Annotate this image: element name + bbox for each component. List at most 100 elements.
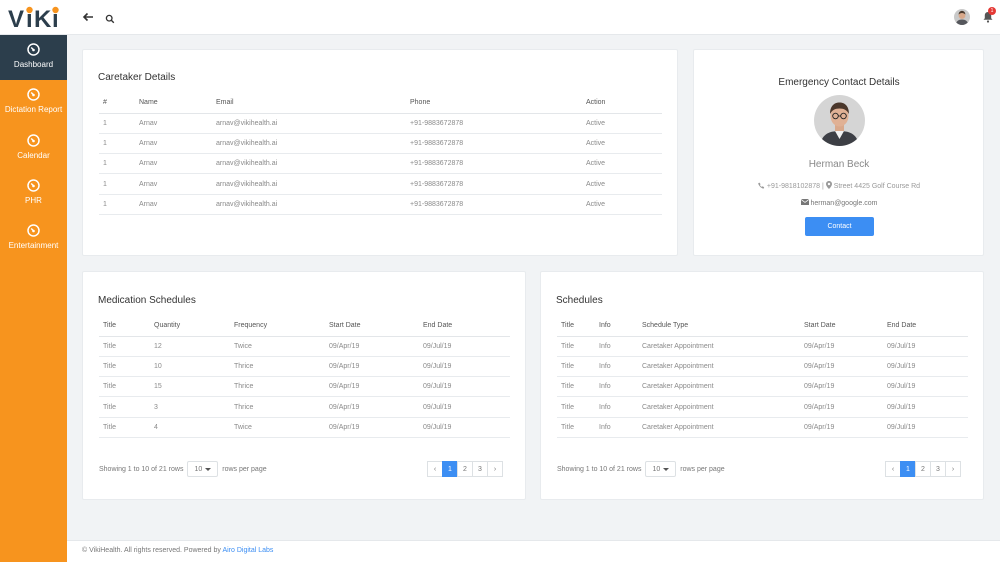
table-row[interactable]: Title 12 Twice 09/Apr/19 09/Jul/19 — [99, 336, 510, 357]
table-row[interactable]: Title Info Caretaker Appointment 09/Apr/19 0… — [557, 356, 968, 378]
table-cell: arnav@vikihealth.ai — [212, 194, 406, 215]
caretaker-table: # Name Email Phone Action 1 Arnav arnav@vi… — [99, 93, 662, 215]
notification-bell-icon[interactable]: 1 — [983, 7, 996, 24]
table-cell: Caretaker Appointment — [638, 356, 800, 378]
footer-link[interactable]: Airo Digital Labs — [222, 547, 273, 554]
table-cell: Active — [582, 153, 662, 175]
table-cell: 09/Jul/19 — [419, 336, 510, 357]
page-prev-button[interactable]: ‹ — [885, 461, 901, 477]
sidebar-item-label: Dashboard — [13, 60, 54, 69]
table-cell: Active — [582, 194, 662, 215]
table-cell: +91-9883672878 — [406, 173, 582, 195]
column-header[interactable]: Title — [99, 316, 150, 337]
column-header[interactable]: Phone — [406, 93, 582, 114]
page-prev-button[interactable]: ‹ — [427, 461, 443, 477]
table-cell: arnav@vikihealth.ai — [212, 133, 406, 155]
phone-icon — [758, 182, 765, 191]
page-next-button[interactable]: › — [487, 461, 503, 477]
column-header[interactable]: # — [99, 93, 135, 114]
table-cell: 09/Apr/19 — [800, 356, 883, 378]
table-cell: +91-9883672878 — [406, 194, 582, 215]
page-next-button[interactable]: › — [945, 461, 961, 477]
column-header[interactable]: Start Date — [800, 316, 883, 337]
contact-button[interactable]: Contact — [805, 217, 874, 236]
table-cell: Arnav — [135, 133, 212, 155]
table-cell: 1 — [99, 194, 135, 215]
table-row[interactable]: 1 Arnav arnav@vikihealth.ai +91-9883672878 A… — [99, 113, 662, 134]
table-row[interactable]: Title Info Caretaker Appointment 09/Apr/19 0… — [557, 396, 968, 418]
column-header[interactable]: Info — [595, 316, 638, 337]
table-cell: Active — [582, 113, 662, 134]
table-cell: Arnav — [135, 194, 212, 215]
table-header-row: # Name Email Phone Action — [99, 93, 662, 114]
column-header[interactable]: Title — [557, 316, 595, 337]
viki-logo-graphic: V i K i — [8, 6, 59, 32]
table-cell: 1 — [99, 153, 135, 175]
footer-text: © VikiHealth. All rights reserved. Power… — [82, 547, 223, 554]
table-cell: Thrice — [230, 356, 325, 378]
page-1-button[interactable]: 1 — [900, 461, 916, 477]
user-avatar[interactable] — [954, 9, 970, 25]
envelope-icon — [800, 199, 809, 207]
sidebar-item-dashboard[interactable]: Dashboard — [0, 35, 67, 80]
table-row[interactable]: 1 Arnav arnav@vikihealth.ai +91-9883672878 A… — [99, 133, 662, 155]
table-cell: Active — [582, 133, 662, 155]
sidebar-item-phr[interactable]: PHR — [0, 179, 67, 219]
column-header[interactable]: End Date — [883, 316, 968, 337]
contact-phone[interactable]: +91-9818102878 — [767, 183, 820, 190]
search-icon[interactable] — [105, 11, 115, 24]
page-2-button[interactable]: 2 — [457, 461, 473, 477]
table-cell: Thrice — [230, 376, 325, 398]
page-3-button[interactable]: 3 — [472, 461, 488, 477]
table-cell: Title — [557, 356, 595, 378]
page-3-button[interactable]: 3 — [930, 461, 946, 477]
table-cell: Title — [99, 376, 150, 398]
table-cell: arnav@vikihealth.ai — [212, 173, 406, 195]
viki-logo[interactable]: V i K i — [6, 2, 64, 32]
table-cell: Active — [582, 173, 662, 195]
table-cell: 09/Jul/19 — [419, 376, 510, 398]
table-row[interactable]: Title Info Caretaker Appointment 09/Apr/19 0… — [557, 336, 968, 357]
column-header[interactable]: Start Date — [325, 316, 419, 337]
page-2-button[interactable]: 2 — [915, 461, 931, 477]
column-header[interactable]: Quantity — [150, 316, 230, 337]
table-row[interactable]: Title 10 Thrice 09/Apr/19 09/Jul/19 — [99, 356, 510, 378]
page-1-button[interactable]: 1 — [442, 461, 458, 477]
column-header[interactable]: Action — [582, 93, 662, 114]
card-title: Schedules — [556, 295, 603, 306]
table-cell: Caretaker Appointment — [638, 376, 800, 398]
table-row[interactable]: Title Info Caretaker Appointment 09/Apr/19 0… — [557, 376, 968, 398]
sidebar-item-dictation-report[interactable]: Dictation Report — [0, 88, 67, 128]
table-row[interactable]: 1 Arnav arnav@vikihealth.ai +91-9883672878 A… — [99, 153, 662, 175]
svg-text:K: K — [34, 6, 52, 32]
column-header[interactable]: Schedule Type — [638, 316, 800, 337]
dashboard-icon — [27, 179, 40, 192]
sidebar-item-entertainment[interactable]: Entertainment — [0, 224, 67, 264]
map-marker-icon — [825, 181, 832, 191]
table-cell: Title — [99, 417, 150, 438]
table-row[interactable]: Title 15 Thrice 09/Apr/19 09/Jul/19 — [99, 376, 510, 398]
table-cell: Twice — [230, 336, 325, 357]
contact-email[interactable]: herman@google.com — [810, 200, 877, 207]
sidebar-item-label: Calendar — [17, 151, 50, 160]
column-header[interactable]: Frequency — [230, 316, 325, 337]
table-cell: 09/Apr/19 — [800, 376, 883, 398]
rows-per-page-select[interactable]: 10 — [645, 461, 677, 477]
table-cell: 09/Jul/19 — [883, 376, 968, 398]
column-header[interactable]: End Date — [419, 316, 510, 337]
table-cell: Thrice — [230, 396, 325, 418]
contact-email-line: herman@google.com — [694, 199, 984, 207]
sidebar-item-label: Dictation Report — [4, 105, 63, 114]
column-header[interactable]: Email — [212, 93, 406, 114]
table-row[interactable]: Title 4 Twice 09/Apr/19 09/Jul/19 — [99, 417, 510, 438]
column-header[interactable]: Name — [135, 93, 212, 114]
table-header-row: Title Info Schedule Type Start Date End … — [557, 316, 968, 337]
table-row[interactable]: Title 3 Thrice 09/Apr/19 09/Jul/19 — [99, 396, 510, 418]
sidebar-item-calendar[interactable]: Calendar — [0, 134, 67, 174]
table-row[interactable]: 1 Arnav arnav@vikihealth.ai +91-9883672878 A… — [99, 194, 662, 215]
table-cell: Info — [595, 376, 638, 398]
table-row[interactable]: 1 Arnav arnav@vikihealth.ai +91-9883672878 A… — [99, 173, 662, 195]
table-row[interactable]: Title Info Caretaker Appointment 09/Apr/19 0… — [557, 417, 968, 438]
back-arrow-icon[interactable] — [81, 10, 95, 24]
rows-per-page-select[interactable]: 10 — [187, 461, 219, 477]
